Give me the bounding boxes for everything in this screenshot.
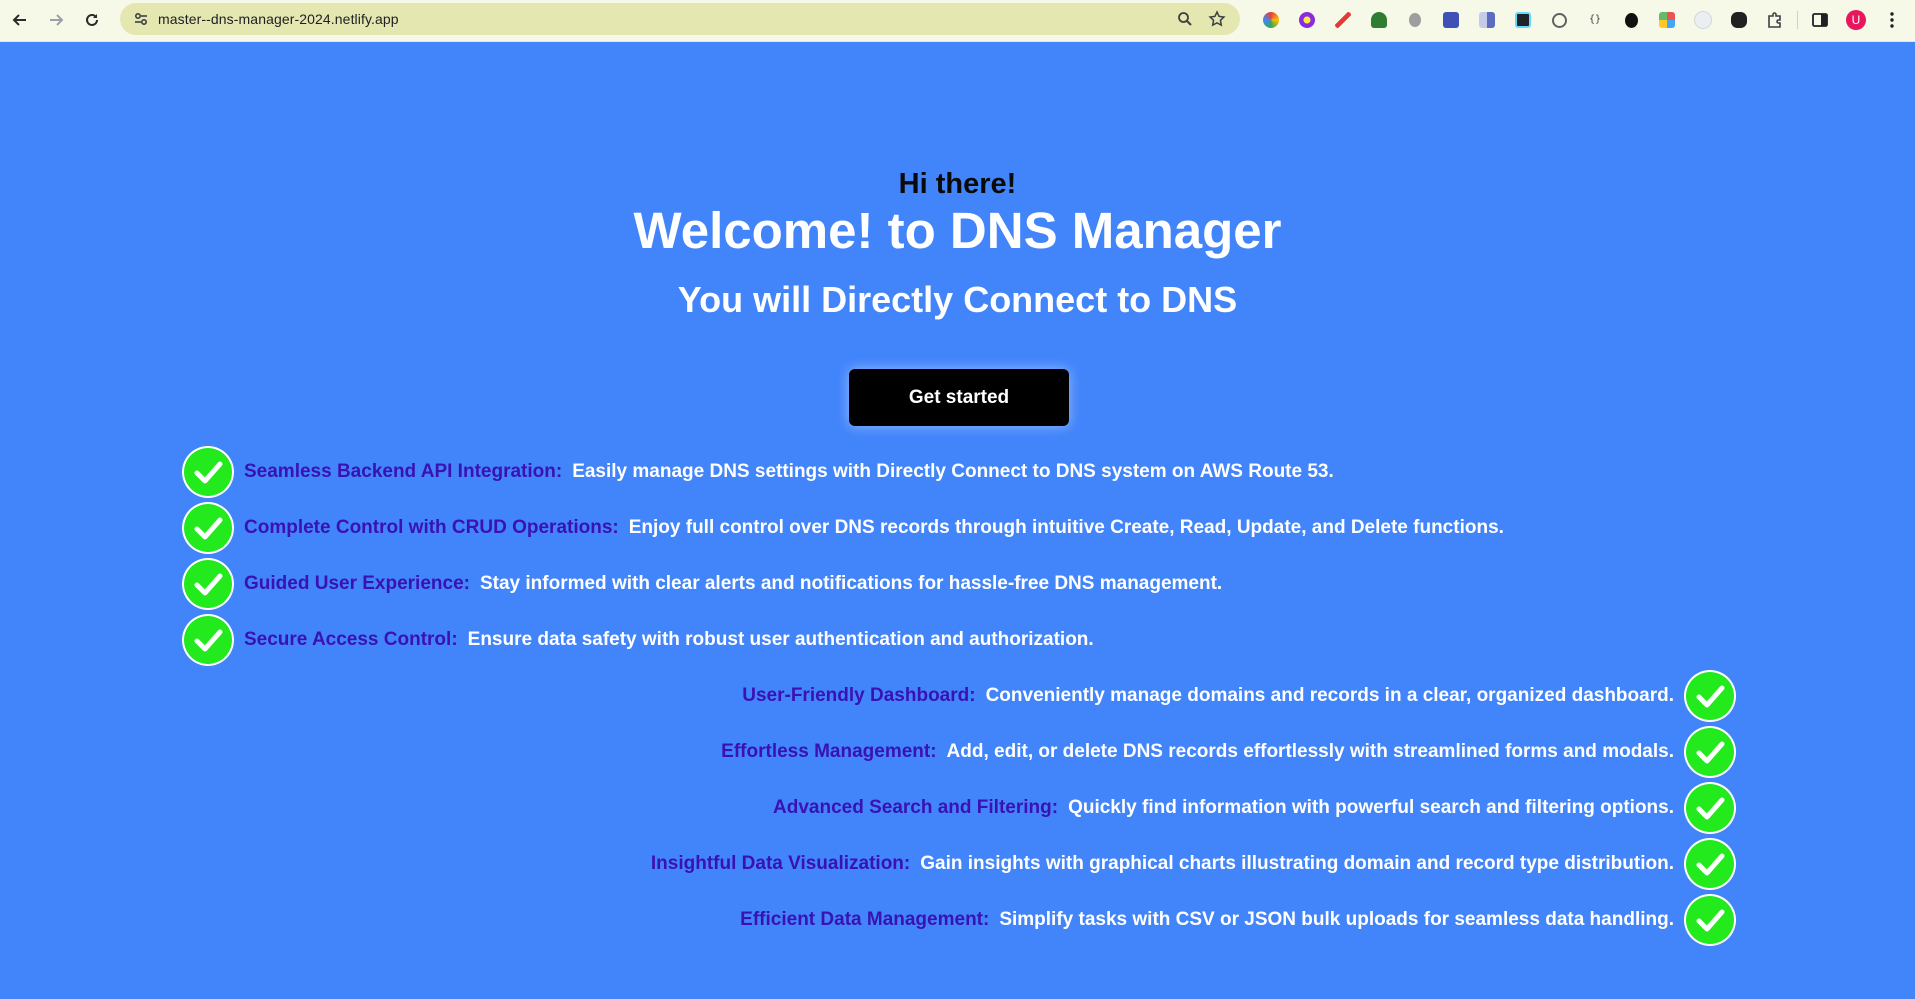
feature-description: Add, edit, or delete DNS records effortl… <box>946 741 1674 762</box>
puzzle-icon <box>1768 12 1781 28</box>
bookmark-button[interactable] <box>1206 8 1228 30</box>
feature-item: Insightful Data Visualization: Gain insi… <box>651 838 1734 890</box>
feature-item: Guided User Experience: Stay informed wi… <box>184 558 1222 610</box>
greeting-text: Hi there! <box>898 168 1017 200</box>
extension-3[interactable] <box>1325 4 1361 36</box>
url-text[interactable]: master--dns-manager-2024.netlify.app <box>158 11 399 27</box>
feature-description: Stay informed with clear alerts and noti… <box>479 573 1223 594</box>
color-picker-icon <box>1263 12 1279 28</box>
arrow-right-icon <box>50 14 64 26</box>
check-circle-icon <box>1686 784 1734 832</box>
reload-button[interactable] <box>74 2 110 38</box>
feature-title: User-Friendly Dashboard: <box>742 685 976 706</box>
bug-icon <box>1409 13 1421 27</box>
feature-title: Guided User Experience: <box>244 573 470 594</box>
extension-12[interactable] <box>1649 4 1685 36</box>
browser-menu-button[interactable] <box>1874 4 1910 36</box>
feature-description: Gain insights with graphical charts illu… <box>920 853 1674 874</box>
address-bar[interactable]: master--dns-manager-2024.netlify.app <box>120 3 1240 35</box>
extension-8[interactable] <box>1505 4 1541 36</box>
feature-item: User-Friendly Dashboard: Conveniently ma… <box>742 670 1734 722</box>
check-circle-icon <box>1686 840 1734 888</box>
kebab-menu-icon <box>1890 12 1894 28</box>
reload-icon <box>86 13 98 26</box>
feature-item: Efficient Data Management: Simplify task… <box>740 894 1734 946</box>
browser-toolbar: master--dns-manager-2024.netlify.app {} <box>0 0 1915 42</box>
magnifier-icon <box>1178 12 1192 26</box>
forward-button[interactable] <box>38 2 74 38</box>
letter-b-icon <box>1443 12 1459 28</box>
code-braces-icon: {} <box>1588 14 1602 25</box>
extension-4[interactable] <box>1361 4 1397 36</box>
feature-title: Secure Access Control: <box>244 629 458 650</box>
get-started-button[interactable]: Get started <box>849 369 1069 426</box>
extension-7[interactable] <box>1469 4 1505 36</box>
extension-2[interactable] <box>1289 4 1325 36</box>
check-circle-icon <box>184 560 232 608</box>
arrow-left-icon <box>12 14 26 26</box>
pen-icon <box>1335 12 1351 28</box>
zoom-icon <box>1551 12 1567 28</box>
toolbar-divider <box>1797 11 1798 29</box>
check-circle-icon <box>184 504 232 552</box>
feature-item: Secure Access Control: Ensure data safet… <box>184 614 1094 666</box>
feature-title: Seamless Backend API Integration: <box>244 461 563 482</box>
star-icon <box>1208 10 1226 27</box>
extension-11[interactable] <box>1613 4 1649 36</box>
side-panel-icon <box>1812 13 1828 27</box>
palette-icon <box>1659 12 1675 28</box>
feature-description: Ensure data safety with robust user auth… <box>467 629 1094 650</box>
feature-title: Advanced Search and Filtering: <box>773 797 1059 818</box>
feature-title: Effortless Management: <box>721 741 937 762</box>
gnome-icon <box>1624 12 1638 28</box>
check-circle-icon <box>1686 672 1734 720</box>
feature-description: Conveniently manage domains and records … <box>985 685 1674 706</box>
feature-item: Seamless Backend API Integration: Easily… <box>184 446 1334 498</box>
feature-description: Enjoy full control over DNS records thro… <box>628 517 1504 538</box>
extension-9[interactable] <box>1541 4 1577 36</box>
sun-flower-icon <box>1299 12 1315 28</box>
extensions-menu-button[interactable] <box>1757 4 1793 36</box>
extension-1[interactable] <box>1253 4 1289 36</box>
extension-13[interactable] <box>1685 4 1721 36</box>
page-title: Welcome! to DNS Manager <box>633 202 1282 259</box>
extension-14[interactable] <box>1721 4 1757 36</box>
tree-icon <box>1371 12 1387 28</box>
check-circle-icon <box>1686 728 1734 776</box>
feature-title: Insightful Data Visualization: <box>650 853 911 874</box>
feature-title: Efficient Data Management: <box>740 909 990 930</box>
feature-title: Complete Control with CRUD Operations: <box>244 517 619 538</box>
tune-icon <box>134 12 148 26</box>
check-circle-icon <box>1686 896 1734 944</box>
extension-6[interactable] <box>1433 4 1469 36</box>
feature-item: Complete Control with CRUD Operations: E… <box>184 502 1504 554</box>
feature-item: Effortless Management: Add, edit, or del… <box>721 726 1734 778</box>
check-circle-icon <box>184 616 232 664</box>
feature-item: Advanced Search and Filtering: Quickly f… <box>773 782 1734 834</box>
extension-5[interactable] <box>1397 4 1433 36</box>
feature-description: Simplify tasks with CSV or JSON bulk upl… <box>999 909 1674 930</box>
page-subtitle: You will Directly Connect to DNS <box>677 279 1238 320</box>
extension-10[interactable]: {} <box>1577 4 1613 36</box>
feature-description: Quickly find information with powerful s… <box>1068 797 1674 818</box>
mask-icon <box>1731 12 1747 28</box>
react-devtools-icon <box>1515 12 1531 28</box>
feature-description: Easily manage DNS settings with Directly… <box>572 461 1334 482</box>
check-circle-icon <box>184 448 232 496</box>
zoom-button[interactable] <box>1174 8 1196 30</box>
back-button[interactable] <box>2 2 38 38</box>
site-info-button[interactable] <box>124 11 158 27</box>
side-panel-button[interactable] <box>1802 4 1838 36</box>
moon-icon <box>1694 11 1712 29</box>
avatar: U <box>1846 10 1866 30</box>
profile-button[interactable]: U <box>1838 4 1874 36</box>
extensions-bar: {} U <box>1253 4 1910 36</box>
panel-icon <box>1479 12 1495 28</box>
